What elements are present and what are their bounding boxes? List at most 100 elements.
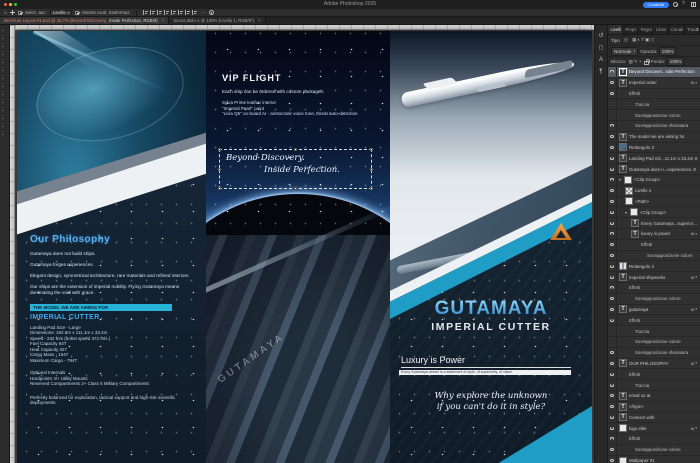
layer-name[interactable]: email us at: [629, 393, 698, 398]
visibility-toggle[interactable]: [608, 218, 617, 228]
layer-row[interactable]: TGutamaya does n...experiences. E: [608, 164, 700, 175]
layer-row[interactable]: Livello 4: [608, 186, 700, 197]
close-tab-icon[interactable]: ×: [162, 18, 165, 23]
layer-name[interactable]: Effetti: [629, 436, 698, 441]
layer-row[interactable]: TEvery Gutamaya...superiority of: [608, 218, 700, 229]
visibility-toggle[interactable]: [608, 391, 617, 401]
layer-name[interactable]: Sovrapposizione sfumatura: [635, 350, 698, 355]
layer-name[interactable]: Sovrapposizione sfumatura: [635, 123, 698, 128]
layer-name[interactable]: Rettangolo 4: [629, 264, 698, 269]
layer-thumbnail[interactable]: T: [619, 392, 627, 400]
fx-expander-icon[interactable]: ▾: [695, 426, 697, 430]
layer-name[interactable]: Sovrapposizione colore: [647, 253, 698, 258]
visibility-toggle[interactable]: [608, 78, 617, 88]
transform-handle[interactable]: [294, 187, 297, 190]
layer-effect-row[interactable]: Effetti: [608, 434, 700, 445]
visibility-toggle[interactable]: [608, 272, 617, 282]
layer-row[interactable]: T</type>: [608, 402, 700, 413]
visibility-toggle[interactable]: [608, 434, 617, 444]
fx-badge-icon[interactable]: fx: [691, 231, 694, 236]
layer-thumbnail[interactable]: T: [619, 403, 627, 411]
layer-name[interactable]: OUR PHILOSOPHY: [629, 361, 690, 366]
layer-name[interactable]: Effetti: [629, 285, 698, 290]
layer-thumbnail[interactable]: T: [631, 230, 639, 238]
move-tool-icon[interactable]: [2, 30, 8, 36]
layer-effect-row[interactable]: Effetti: [608, 240, 700, 251]
visibility-toggle[interactable]: [608, 413, 617, 423]
layer-row[interactable]: Tluxury is powerfx▾: [608, 229, 700, 240]
visibility-toggle[interactable]: [608, 423, 617, 433]
layer-row[interactable]: TImperial cutterfx▾: [608, 78, 700, 89]
eyedropper-tool-icon[interactable]: [2, 70, 8, 76]
visibility-toggle[interactable]: [608, 348, 617, 358]
align-middle-icon[interactable]: [171, 10, 176, 15]
layer-name[interactable]: Imperial cutter: [629, 80, 690, 85]
filter-type-dropdown[interactable]: ▾: [622, 36, 630, 44]
layer-effect-row[interactable]: Sovrapposizione sfumatura: [608, 348, 700, 359]
layer-thumbnail[interactable]: T: [619, 165, 627, 173]
layer-name[interactable]: Imperial shipworks: [629, 275, 690, 280]
visibility-toggle[interactable]: [608, 110, 617, 120]
layer-thumbnail[interactable]: T: [631, 219, 639, 227]
layer-thumbnail[interactable]: [619, 262, 627, 270]
layer-effect-row[interactable]: Sovrapposizione colore: [608, 110, 700, 121]
layer-row[interactable]: Temail us at: [608, 391, 700, 402]
panel-tab-livelli[interactable]: Livelli: [608, 25, 623, 34]
lock-all-icon[interactable]: [644, 61, 649, 65]
auto-select-checkbox[interactable]: [18, 11, 22, 15]
search-icon[interactable]: [673, 2, 678, 7]
fx-expander-icon[interactable]: ▾: [695, 275, 697, 279]
visibility-toggle[interactable]: [608, 337, 617, 347]
layer-thumbnail[interactable]: [625, 197, 633, 205]
visibility-toggle[interactable]: [608, 229, 617, 239]
brush-tool-icon[interactable]: [2, 86, 8, 92]
layer-name[interactable]: </type>: [629, 404, 698, 409]
fx-expander-icon[interactable]: ▾: [695, 232, 697, 236]
visibility-toggle[interactable]: [608, 261, 617, 271]
character-panel-icon[interactable]: A: [597, 56, 606, 65]
visibility-toggle[interactable]: [608, 315, 617, 325]
visibility-toggle[interactable]: [608, 175, 617, 185]
align-center-icon[interactable]: [150, 10, 155, 15]
layer-name[interactable]: Sovrapposizione colore: [635, 339, 698, 344]
layer-thumbnail[interactable]: T: [619, 68, 627, 76]
transform-handle[interactable]: [218, 168, 221, 171]
transform-handle[interactable]: [218, 187, 221, 190]
layer-thumbnail[interactable]: T: [619, 79, 627, 87]
layer-effect-row[interactable]: Effetti: [608, 283, 700, 294]
tool-settings-gear-icon[interactable]: [209, 10, 214, 15]
adjustment-layers-filter-icon[interactable]: ◐: [637, 37, 640, 42]
visibility-toggle[interactable]: [608, 164, 617, 174]
smart-object-filter-icon[interactable]: ◻: [650, 37, 654, 42]
fx-badge-icon[interactable]: fx: [691, 361, 694, 366]
layer-name[interactable]: Every Gutamaya...superiority of: [641, 221, 698, 226]
layer-name[interactable]: Traccia: [635, 329, 698, 334]
layer-row[interactable]: TLanding Pad Siz...11.1m x 33.4m S: [608, 153, 700, 164]
brochure-left-panel[interactable]: Our Philosophy Gutamaya does not build s…: [17, 31, 206, 463]
document-tab-brochure[interactable]: Brochure Layout-01.psd @ 46,7% (Beyond D…: [0, 17, 169, 24]
layer-name[interactable]: Effetti: [629, 372, 698, 377]
shape-layers-filter-icon[interactable]: ▣: [645, 37, 649, 42]
layer-name[interactable]: luxury is power: [641, 231, 690, 236]
layer-name[interactable]: Effetti: [641, 242, 698, 247]
heal-tool-icon[interactable]: [2, 78, 8, 84]
help-icon[interactable]: [682, 2, 687, 7]
fill-value[interactable]: 100%: [667, 57, 684, 66]
layer-row[interactable]: TOUR PHILOSOPHYfx▾: [608, 359, 700, 370]
transform-handle[interactable]: [370, 187, 373, 190]
distribute-vertical-icon[interactable]: [192, 10, 197, 15]
layer-effect-row[interactable]: Effetti: [608, 315, 700, 326]
fx-badge-icon[interactable]: fx: [691, 426, 694, 431]
transform-selection-box[interactable]: Beyond Discovery. Inside Perfection.: [219, 149, 372, 189]
layer-name[interactable]: Effetti: [629, 91, 698, 96]
transform-handle[interactable]: [294, 148, 297, 151]
lasso-tool-icon[interactable]: [2, 46, 8, 52]
layer-effect-row[interactable]: Effetti: [608, 369, 700, 380]
transform-handle[interactable]: [370, 168, 373, 171]
distribute-horizontal-icon[interactable]: [185, 10, 190, 15]
layer-name[interactable]: Sovrapposizione colore: [635, 296, 698, 301]
paragraph-panel-icon[interactable]: ¶: [597, 68, 606, 77]
fx-badge-icon[interactable]: fx: [691, 275, 694, 280]
marquee-tool-icon[interactable]: [2, 38, 8, 44]
layer-name[interactable]: <Clip Group>: [634, 177, 698, 182]
